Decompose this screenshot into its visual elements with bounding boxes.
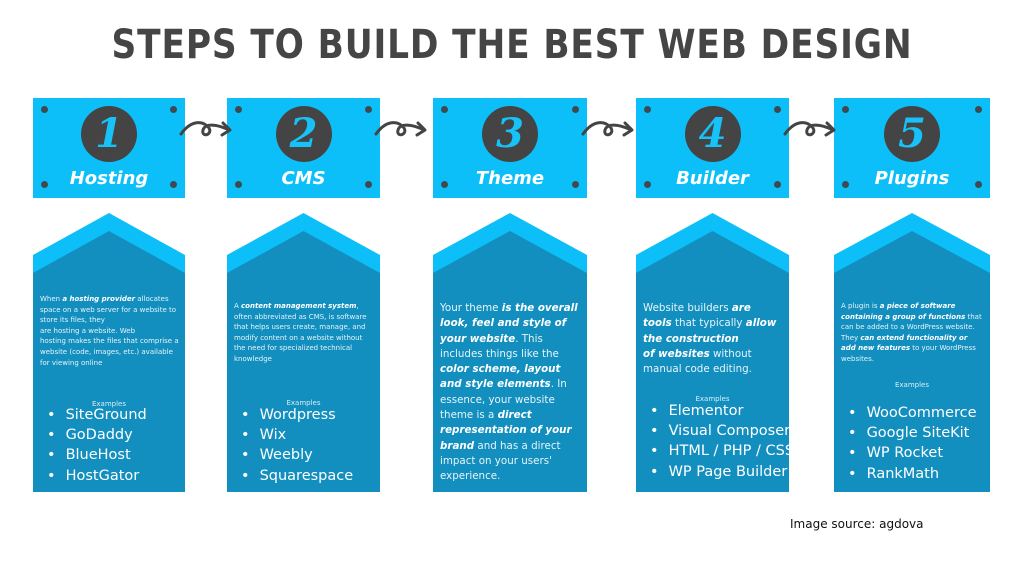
- step-header-box: 1 Hosting: [33, 98, 185, 198]
- step-label: Theme: [475, 168, 545, 189]
- step-description: Website builders are tools that typicall…: [643, 301, 783, 377]
- step-description: When a hosting provider allocates space …: [40, 294, 179, 368]
- step-description: Your theme is the overall look, feel and…: [440, 301, 581, 485]
- emphasis-text: of websites: [643, 347, 710, 360]
- step-number: 3: [482, 106, 538, 162]
- squiggle-arrow-icon: [783, 121, 836, 137]
- example-item: WP Rocket: [848, 443, 977, 463]
- text-segment: hosting makes the files that comprise a …: [40, 337, 179, 367]
- example-item: WP Page Builder: [650, 462, 794, 482]
- emphasis-text: a hosting provider: [62, 295, 136, 303]
- rivet-dot: [975, 106, 982, 113]
- step-4: 4 Builder Website builders are tools tha…: [636, 98, 794, 492]
- examples-list: WooCommerceGoogle SiteKitWP RocketRankMa…: [848, 403, 977, 484]
- examples-list: SiteGroundGoDaddyBlueHostHostGator: [47, 405, 147, 486]
- example-item: Weebly: [241, 445, 353, 465]
- step-5: 5 Plugins A plugin is a piece of softwar…: [834, 98, 990, 492]
- step-label: Builder: [676, 168, 749, 189]
- step-label: CMS: [281, 168, 326, 189]
- example-item: BlueHost: [47, 445, 147, 465]
- squiggle-arrow-icon: [179, 121, 232, 137]
- infographic: STEPS TO BUILD THE BEST WEB DESIGN 1 Hos…: [0, 0, 1024, 576]
- example-item: HTML / PHP / CSS: [650, 441, 794, 461]
- emphasis-text: content management system: [241, 302, 357, 310]
- example-item: GoDaddy: [47, 425, 147, 445]
- rivet-dot: [365, 106, 372, 113]
- step-header-box: 5 Plugins: [834, 98, 990, 198]
- text-segment: that typically: [671, 317, 746, 330]
- example-item: HostGator: [47, 466, 147, 486]
- example-item: Squarespace: [241, 466, 354, 486]
- rivet-dot: [774, 106, 781, 113]
- rivet-dot: [644, 106, 651, 113]
- text-segment: Your theme: [440, 302, 502, 314]
- step-number: 4: [684, 106, 741, 162]
- step-1: 1 Hosting When a hosting provider alloca…: [33, 98, 185, 492]
- examples-list: WordpressWixWeeblySquarespace: [241, 405, 354, 486]
- emphasis-text: color scheme, layout and style elements: [440, 363, 561, 391]
- step-header-box: 2 CMS: [227, 98, 380, 198]
- rivet-dot: [572, 106, 579, 113]
- image-source: Image source: agdova: [790, 517, 924, 531]
- step-number: 1: [81, 106, 137, 162]
- text-segment: When: [40, 295, 63, 303]
- example-item: Wix: [241, 425, 353, 445]
- rivet-dot: [41, 106, 48, 113]
- step-3: 3 Theme Your theme is the overall look, …: [433, 98, 587, 492]
- step-header-box: 3 Theme: [433, 98, 587, 198]
- rivet-dot: [170, 106, 177, 113]
- example-item: RankMath: [848, 464, 977, 484]
- text-segment: , often abbreviated as CMS, is software …: [234, 302, 367, 363]
- example-item: Wordpress: [241, 405, 353, 425]
- squiggle-arrow-icon: [374, 121, 427, 137]
- step-number: 5: [884, 106, 940, 162]
- text-segment: are hosting a website. Web: [40, 326, 136, 335]
- text-segment: A: [234, 302, 242, 310]
- text-segment: A plugin is: [841, 302, 880, 310]
- example-item: WooCommerce: [848, 403, 977, 423]
- example-item: Visual Composer: [650, 421, 794, 441]
- rivet-dot: [441, 106, 448, 113]
- step-number: 2: [275, 106, 332, 162]
- step-2: 2 CMS A content management system, often…: [227, 98, 380, 492]
- step-label: Plugins: [874, 168, 950, 189]
- step-header-box: 4 Builder: [636, 98, 789, 198]
- examples-label: Examples: [894, 381, 929, 389]
- step-description: A content management system, often abbre…: [234, 301, 374, 365]
- text-segment: Website builders: [643, 302, 732, 314]
- examples-list: ElementorVisual ComposerHTML / PHP / CSS…: [650, 401, 794, 482]
- example-item: Google SiteKit: [848, 423, 977, 443]
- step-label: Hosting: [69, 168, 149, 189]
- page-title: STEPS TO BUILD THE BEST WEB DESIGN: [111, 22, 913, 68]
- step-description: A plugin is a piece of software containi…: [841, 301, 984, 365]
- example-item: SiteGround: [47, 405, 147, 425]
- example-item: Elementor: [650, 401, 794, 421]
- squiggle-arrow-icon: [581, 121, 634, 137]
- rivet-dot: [842, 106, 849, 113]
